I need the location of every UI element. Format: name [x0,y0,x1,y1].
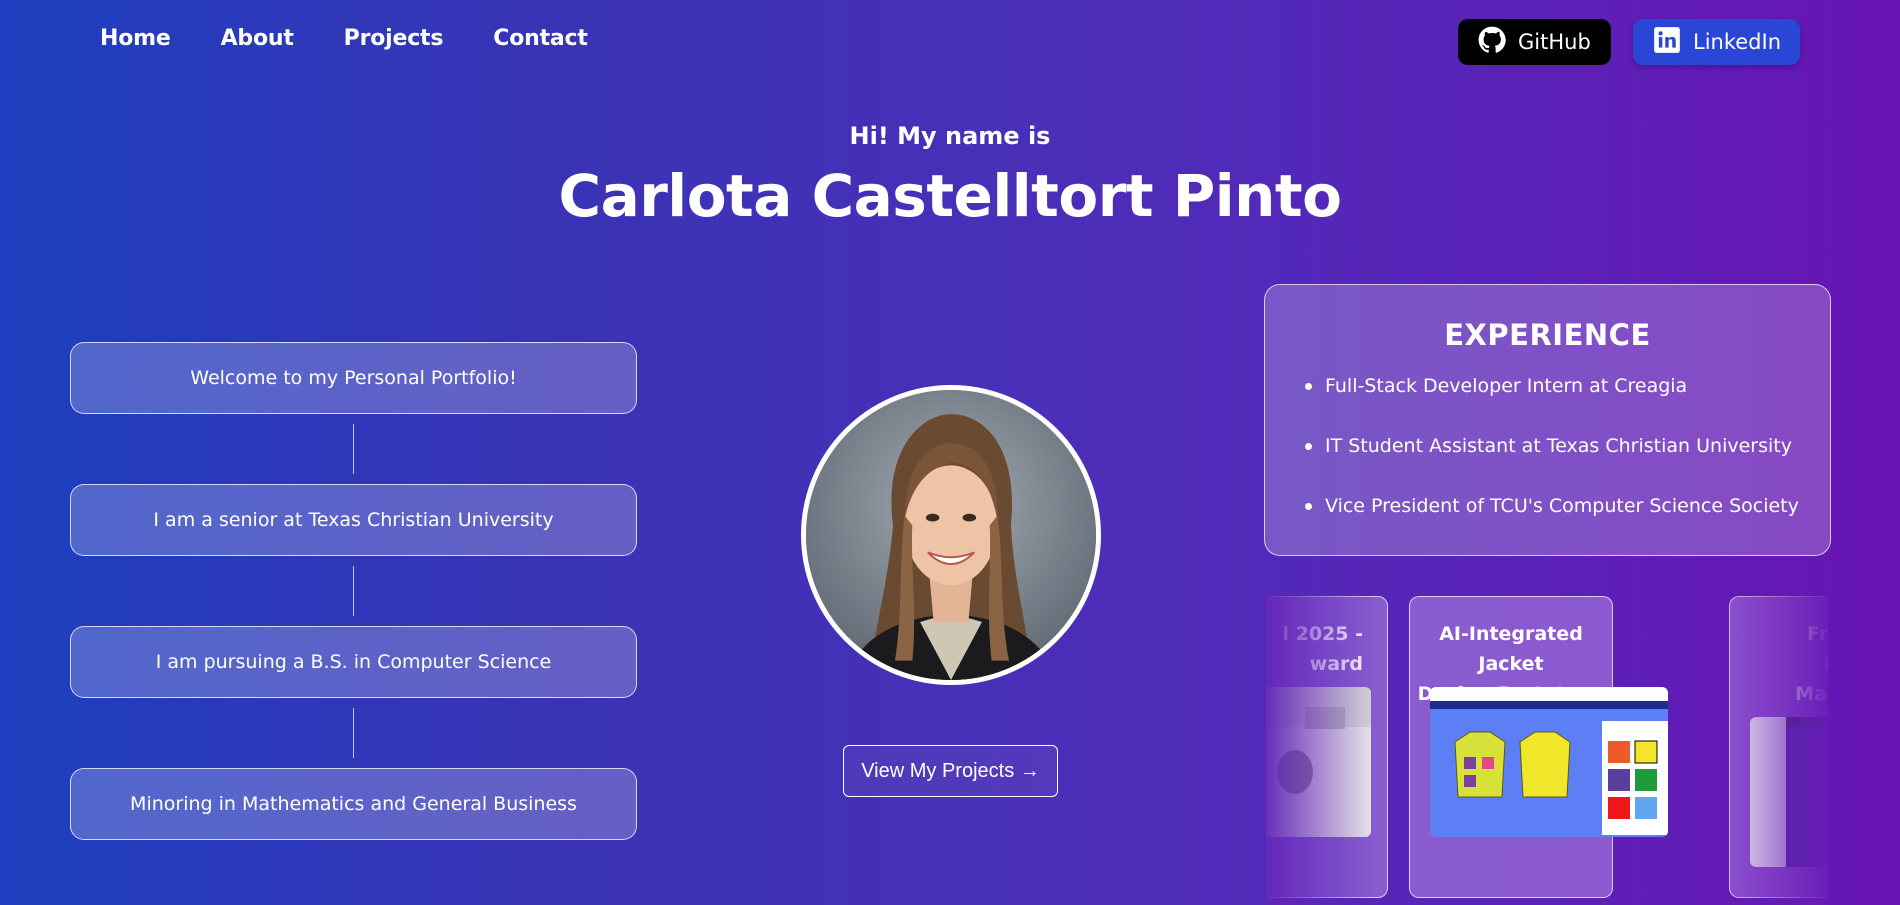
experience-item: Full-Stack Developer Intern at Creagia [1303,366,1830,426]
nav-home-link[interactable]: Home [100,26,171,51]
experience-title: EXPERIENCE [1444,318,1651,352]
experience-list: Full-Stack Developer Intern at Creagia I… [1265,366,1830,546]
hero-greeting: Hi! My name is [849,122,1051,150]
timeline-connector [353,566,354,616]
timeline-connector [353,708,354,758]
project-card[interactable]: Frog B Manag [1729,596,1828,898]
profile-photo [801,385,1101,685]
experience-item: Vice President of TCU's Computer Science… [1303,486,1830,546]
projects-carousel: l 2025 - ward AI-Integrated Jacket Desig… [1266,596,1828,905]
social-links: GitHub LinkedIn [1458,19,1800,65]
project-card[interactable]: l 2025 - ward [1266,596,1388,898]
main-nav: Home About Projects Contact [100,26,588,51]
hero-name: Carlota Castelltort Pinto [558,162,1343,230]
linkedin-icon [1653,26,1681,59]
nav-projects-link[interactable]: Projects [344,26,444,51]
project-thumbnail [1750,717,1828,867]
project-card-title: l 2025 - ward [1282,623,1363,675]
about-timeline: Welcome to my Personal Portfolio! I am a… [70,342,637,840]
project-thumbnail [1266,687,1371,837]
experience-item: IT Student Assistant at Texas Christian … [1303,426,1830,486]
github-label: GitHub [1518,30,1591,54]
linkedin-button[interactable]: LinkedIn [1633,19,1800,65]
timeline-item: I am pursuing a B.S. in Computer Science [70,626,637,698]
timeline-item: Minoring in Mathematics and General Busi… [70,768,637,840]
timeline-item: Welcome to my Personal Portfolio! [70,342,637,414]
timeline-connector [353,424,354,474]
project-thumbnail [1430,687,1668,837]
github-icon [1478,26,1506,59]
github-button[interactable]: GitHub [1458,19,1611,65]
timeline-item: I am a senior at Texas Christian Univers… [70,484,637,556]
nav-about-link[interactable]: About [221,26,294,51]
project-card-title: Frog B Manag [1795,623,1828,705]
project-card[interactable]: AI-Integrated Jacket Design Prototype [1409,596,1668,898]
experience-card: EXPERIENCE Full-Stack Developer Intern a… [1264,284,1831,556]
linkedin-label: LinkedIn [1693,30,1782,54]
nav-contact-link[interactable]: Contact [493,26,588,51]
view-projects-button[interactable]: View My Projects → [843,745,1058,797]
